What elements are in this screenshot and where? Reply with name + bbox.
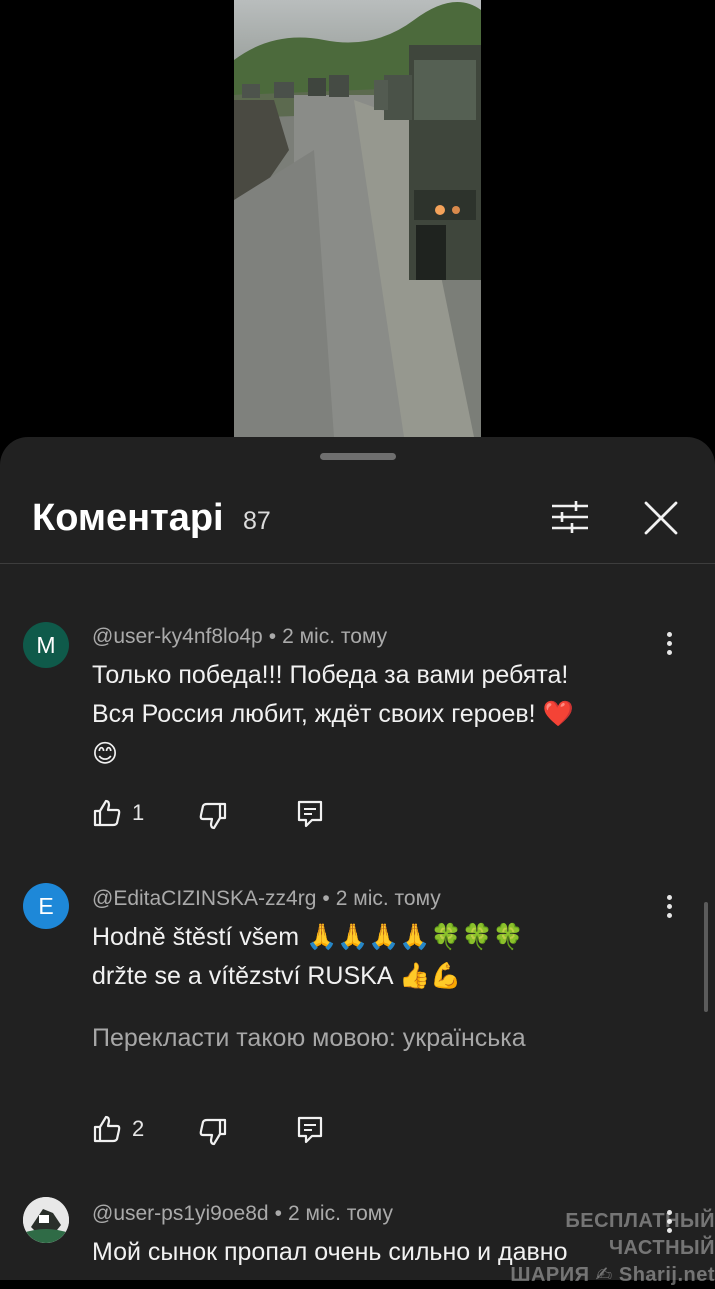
reply-icon bbox=[297, 800, 323, 828]
like-count: 2 bbox=[132, 1116, 145, 1141]
comment-author[interactable]: @user-ps1yi9oe8d bbox=[92, 1202, 269, 1225]
drag-handle[interactable] bbox=[320, 453, 396, 460]
comment-author[interactable]: @EditaCIZINSKA-zz4rg bbox=[92, 887, 316, 910]
comment-count: 87 bbox=[243, 507, 271, 535]
avatar-letter: M bbox=[36, 631, 56, 658]
avatar-letter: E bbox=[38, 892, 54, 919]
comments-panel: Коментарі 87 M @user-ky4nf8lo4p • 2 міс.… bbox=[0, 437, 715, 1280]
comment-text: Только победа!!! Победа за вами ребята! … bbox=[92, 656, 652, 773]
watermark: БЕСПЛАТНЫЙ ЧАСТНЫЙ ШАРИЯ ✍ Sharij.net bbox=[458, 1208, 715, 1289]
avatar[interactable] bbox=[23, 1197, 69, 1243]
dislike-button[interactable] bbox=[198, 1117, 228, 1147]
comment-time: 2 міс. тому bbox=[287, 1202, 393, 1225]
reply-button[interactable] bbox=[296, 799, 324, 829]
close-button[interactable] bbox=[638, 495, 684, 541]
comment-meta: @EditaCIZINSKA-zz4rg • 2 міс. тому bbox=[92, 887, 441, 910]
comment-text: Hodně štěstí všem 🙏🙏🙏🙏🍀🍀🍀 držte se a vít… bbox=[92, 918, 652, 996]
avatar-image bbox=[23, 1197, 69, 1243]
video-thumbnail bbox=[234, 0, 481, 437]
comment-time: 2 міс. тому bbox=[335, 887, 441, 910]
panel-title: Коментарі bbox=[32, 497, 224, 539]
like-button[interactable]: 2 bbox=[92, 1114, 144, 1144]
comment-line: Только победа!!! Победа за вами ребята! bbox=[92, 661, 569, 689]
like-count: 1 bbox=[132, 800, 145, 825]
thumb-down-icon bbox=[199, 802, 227, 830]
sort-filter-button[interactable] bbox=[548, 495, 592, 539]
more-options-button[interactable] bbox=[656, 889, 682, 923]
like-button[interactable]: 1 bbox=[92, 798, 144, 828]
watermark-line: БЕСПЛАТНЫЙ ЧАСТНЫЙ bbox=[565, 1210, 715, 1259]
comment-line: 😊 bbox=[92, 739, 119, 768]
avatar[interactable]: M bbox=[23, 622, 69, 668]
thumb-up-icon bbox=[93, 1115, 121, 1143]
more-vert-icon bbox=[666, 894, 672, 918]
close-icon bbox=[644, 501, 678, 535]
comment-line: držte se a vítězství RUSKA 👍💪 bbox=[92, 962, 462, 990]
comment-line: Hodně štěstí všem 🙏🙏🙏🙏🍀🍀🍀 bbox=[92, 923, 524, 951]
comment-time: 2 міс. тому bbox=[282, 625, 388, 648]
watermark-line: ШАРИЯ ✍ Sharij.net bbox=[510, 1264, 715, 1286]
previous-comment-edge bbox=[92, 559, 332, 567]
thumb-up-icon bbox=[93, 799, 121, 827]
reply-button[interactable] bbox=[296, 1115, 324, 1145]
avatar[interactable]: E bbox=[23, 883, 69, 929]
more-vert-icon bbox=[666, 631, 672, 655]
video-player[interactable] bbox=[0, 0, 715, 437]
reply-icon bbox=[297, 1116, 323, 1144]
scrollbar[interactable] bbox=[704, 902, 708, 1012]
comment-author[interactable]: @user-ky4nf8lo4p bbox=[92, 625, 263, 648]
comment-meta: @user-ky4nf8lo4p • 2 міс. тому bbox=[92, 625, 388, 648]
translate-link[interactable]: Перекласти такою мовою: українська bbox=[92, 1024, 526, 1053]
dislike-button[interactable] bbox=[198, 801, 228, 831]
more-options-button[interactable] bbox=[656, 626, 682, 660]
comment-meta: @user-ps1yi9oe8d • 2 міс. тому bbox=[92, 1202, 393, 1225]
comment-line: Вся Россия любит, ждёт своих героев! ❤️ bbox=[92, 700, 574, 728]
thumb-down-icon bbox=[199, 1118, 227, 1146]
sliders-icon bbox=[552, 501, 588, 533]
